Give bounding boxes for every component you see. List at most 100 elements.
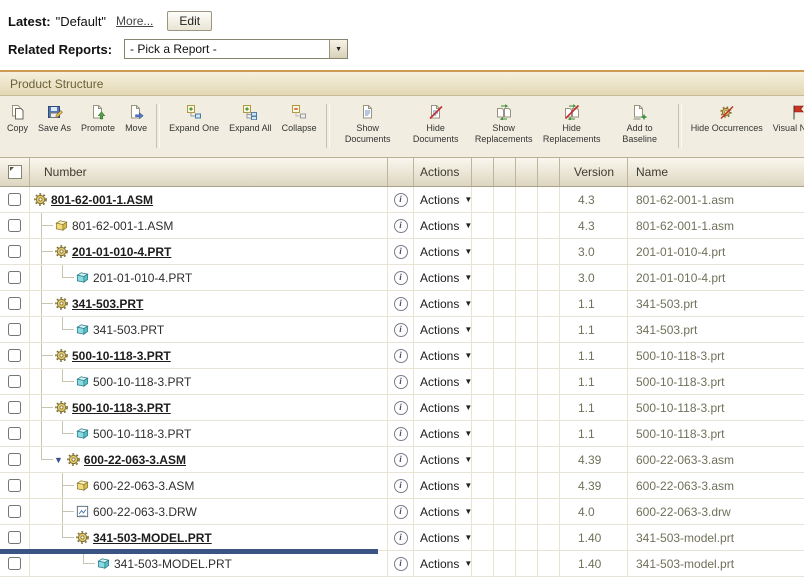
info-icon[interactable]: i [393,270,408,285]
toolbar-button[interactable]: Hide Occurrences [686,101,768,134]
row-actions-menu[interactable]: Actions ▼ [414,525,472,550]
toolbar-button[interactable]: Add to Baseline [606,101,674,144]
more-link[interactable]: More... [116,14,153,28]
dropdown-caret-icon: ▼ [464,377,472,386]
row-checkbox[interactable] [8,349,21,362]
toolbar-button[interactable]: Move [120,101,152,134]
actions-label: Actions [420,452,460,467]
gear-icon [54,348,69,363]
row-actions-menu[interactable]: Actions ▼ [414,187,472,212]
row-checkbox[interactable] [8,427,21,440]
toolbar-button[interactable]: Hide Documents [402,101,470,144]
row-checkbox[interactable] [8,505,21,518]
row-checkbox[interactable] [8,375,21,388]
table-row: ▼ 600-22-063-3.ASM i Actions ▼ 4.39 600-2… [0,447,804,473]
dropdown-caret-icon: ▼ [464,299,472,308]
edit-button[interactable]: Edit [167,11,213,31]
row-actions-menu[interactable]: Actions ▼ [414,421,472,446]
dropdown-caret-icon: ▼ [464,325,472,334]
row-checkbox[interactable] [8,245,21,258]
empty-cell [538,499,560,524]
toolbar-button[interactable]: Promote [76,101,120,134]
info-icon[interactable]: i [393,426,408,441]
info-icon[interactable]: i [393,400,408,415]
promote-icon [90,104,106,120]
row-checkbox[interactable] [8,453,21,466]
actions-label: Actions [420,478,460,493]
info-icon[interactable]: i [393,504,408,519]
toolbar-button[interactable]: Expand One [164,101,224,134]
row-actions-menu[interactable]: Actions ▼ [414,551,472,576]
row-actions-menu[interactable]: Actions ▼ [414,473,472,498]
part-number-link[interactable]: 341-503-MODEL.PRT [93,531,212,545]
empty-cell [516,317,538,342]
row-checkbox[interactable] [8,271,21,284]
info-icon[interactable]: i [393,218,408,233]
row-actions-menu[interactable]: Actions ▼ [414,291,472,316]
info-icon[interactable]: i [393,322,408,337]
show-replacements-icon [496,104,512,120]
actions-label: Actions [420,504,460,519]
dropdown-arrow-icon[interactable]: ▼ [329,40,348,58]
part-number-text: 600-22-063-3.DRW [93,504,197,519]
part-number-link[interactable]: 500-10-118-3.PRT [72,349,171,363]
toolbar-button[interactable]: Save As [33,101,76,134]
part-icon [75,322,90,337]
expanded-node-arrow-icon[interactable]: ▼ [54,455,63,465]
row-actions-menu[interactable]: Actions ▼ [414,317,472,342]
part-number-link[interactable]: 341-503.PRT [72,297,143,311]
row-checkbox[interactable] [8,557,21,570]
checkbox-cell [0,213,30,238]
row-checkbox[interactable] [8,193,21,206]
row-checkbox[interactable] [8,219,21,232]
empty-cell [538,525,560,550]
select-all-checkbox[interactable] [7,165,22,179]
toolbar-button[interactable]: Expand All [224,101,277,134]
row-checkbox[interactable] [8,479,21,492]
toolbar-button[interactable]: Hide Replacements [538,101,606,144]
info-icon[interactable]: i [393,452,408,467]
row-checkbox[interactable] [8,531,21,544]
info-icon[interactable]: i [393,192,408,207]
name-cell: 600-22-063-3.asm [636,478,735,493]
toolbar-button[interactable]: Show Documents [334,101,402,144]
row-actions-menu[interactable]: Actions ▼ [414,343,472,368]
row-actions-menu[interactable]: Actions ▼ [414,499,472,524]
toolbar-button[interactable]: Collapse [277,101,322,134]
info-icon[interactable]: i [393,556,408,571]
part-number-link[interactable]: 500-10-118-3.PRT [72,401,171,415]
empty-cell [516,239,538,264]
row-checkbox[interactable] [8,401,21,414]
row-actions-menu[interactable]: Actions ▼ [414,395,472,420]
info-icon[interactable]: i [393,478,408,493]
collapse-icon [291,104,307,120]
row-checkbox[interactable] [8,323,21,336]
row-actions-menu[interactable]: Actions ▼ [414,213,472,238]
row-checkbox[interactable] [8,297,21,310]
info-icon[interactable]: i [393,530,408,545]
version-cell: 3.0 [560,239,628,264]
info-icon[interactable]: i [393,374,408,389]
toolbar-button[interactable]: Copy [2,101,33,134]
part-number-link[interactable]: 801-62-001-1.ASM [51,193,153,207]
name-cell: 201-01-010-4.prt [636,270,726,285]
report-picker-select[interactable]: - Pick a Report - ▼ [124,39,349,59]
row-actions-menu[interactable]: Actions ▼ [414,239,472,264]
version-cell: 1.1 [560,395,628,420]
part-number-link[interactable]: 600-22-063-3.ASM [84,453,186,467]
info-icon[interactable]: i [393,348,408,363]
part-number-link[interactable]: 201-01-010-4.PRT [72,245,171,259]
row-actions-menu[interactable]: Actions ▼ [414,265,472,290]
name-cell: 341-503-model.prt [636,530,735,545]
toolbar-button[interactable]: Show Replacements [470,101,538,144]
info-icon[interactable]: i [393,296,408,311]
version-cell: 4.3 [560,187,628,212]
toolbar-button[interactable]: Visual Navig [768,101,804,134]
version-cell: 1.40 [560,525,628,550]
row-actions-menu[interactable]: Actions ▼ [414,369,472,394]
name-cell: 600-22-063-3.asm [636,452,735,467]
row-actions-menu[interactable]: Actions ▼ [414,447,472,472]
info-icon[interactable]: i [393,244,408,259]
